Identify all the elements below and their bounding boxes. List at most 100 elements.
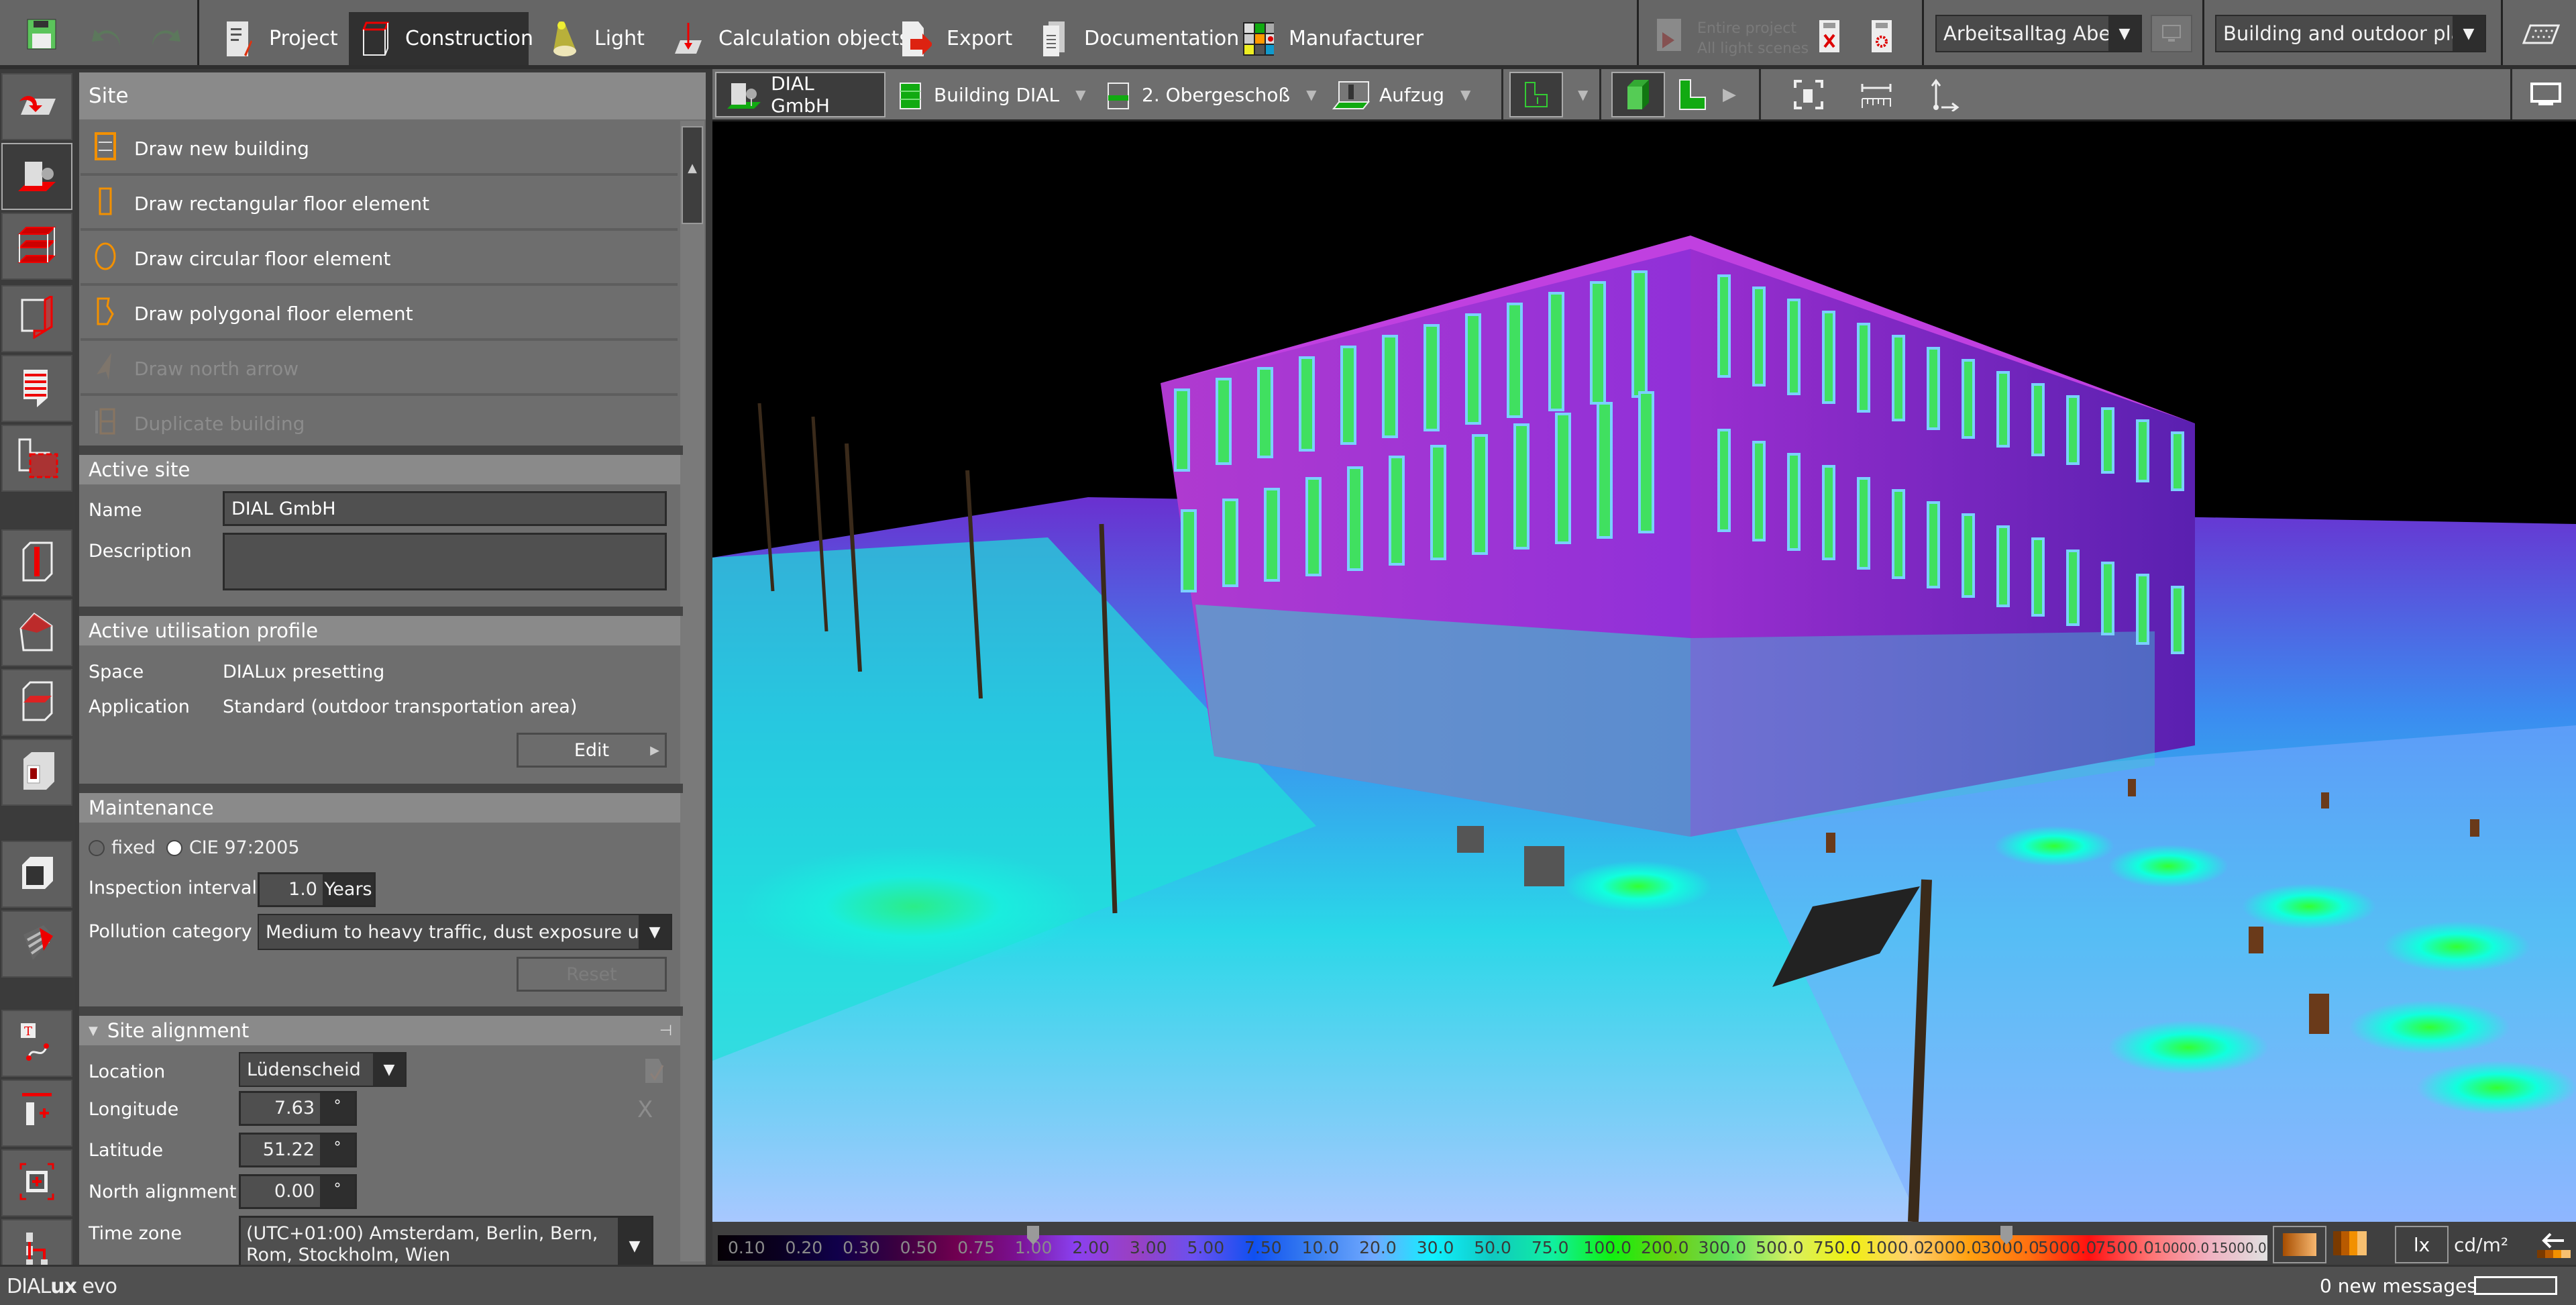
- tab-project[interactable]: Project: [211, 12, 350, 65]
- site-alignment-header[interactable]: ▼ Site alignment ⊣: [79, 1016, 680, 1045]
- rail-button-floor-element[interactable]: [1, 425, 72, 492]
- footprint-view-button[interactable]: ▶: [1672, 72, 1743, 117]
- light-scene-value: Arbeitsalltag Abend: [1943, 22, 2108, 45]
- rail-button-column[interactable]: [1, 529, 72, 596]
- window: [2101, 562, 2114, 635]
- roof-icon: [17, 610, 57, 656]
- fullscreen-view-button[interactable]: [2524, 72, 2568, 117]
- rail-button-text-path[interactable]: T: [1, 1010, 72, 1077]
- chevron-down-icon: ▼: [373, 1053, 405, 1086]
- redo-button[interactable]: [151, 27, 182, 50]
- light-scene-view-button[interactable]: [2151, 15, 2192, 52]
- messages-count[interactable]: 0 new messages: [2320, 1275, 2477, 1297]
- calculation-scope: Entire project All light scenes: [1697, 19, 1809, 59]
- description-label: Description: [89, 541, 192, 562]
- grid-plane-button[interactable]: [2522, 24, 2561, 47]
- rail-button-ceiling[interactable]: [1, 669, 72, 736]
- scale-tick-label: 50.0: [1474, 1238, 1511, 1257]
- unit-luminance-button[interactable]: cd/m²: [2454, 1234, 2508, 1256]
- tab-export[interactable]: Export: [889, 12, 1024, 65]
- action-item[interactable]: Draw rectangular floor element: [80, 178, 678, 231]
- north-alignment-input[interactable]: 0.00 °: [239, 1174, 357, 1209]
- scale-gradient[interactable]: 0.10 0.20 0.30 0.50 0.75 1.00 2.00 3.00 5.00 7.50…: [718, 1235, 2267, 1261]
- breadcrumb-building[interactable]: Building DIAL ▼: [891, 72, 1092, 117]
- draw-building-icon: [94, 132, 117, 166]
- stepped-scale-button[interactable]: [2333, 1231, 2367, 1258]
- application-value: Standard (outdoor transportation area): [223, 696, 578, 717]
- pin-icon[interactable]: ⊣: [659, 1023, 672, 1039]
- measure-button[interactable]: [1853, 72, 1900, 117]
- 3d-view-button[interactable]: [1611, 72, 1665, 117]
- breadcrumb-site[interactable]: DIAL GmbH: [715, 72, 885, 117]
- rail-button-room[interactable]: [1, 739, 72, 806]
- undo-button[interactable]: [91, 27, 121, 50]
- application-label: Application: [89, 696, 190, 717]
- room-label: Aufzug: [1379, 83, 1444, 106]
- floor-plan-view-button[interactable]: [1509, 72, 1563, 117]
- latitude-input[interactable]: 51.22 °: [239, 1133, 357, 1167]
- scale-tick-label: 200.0: [1640, 1238, 1689, 1257]
- rail-button-extrusion[interactable]: [1, 841, 72, 908]
- radio-fixed[interactable]: [89, 839, 105, 856]
- window: [1597, 402, 1613, 539]
- radio-cie[interactable]: [166, 839, 182, 856]
- export-icon: [901, 20, 932, 58]
- action-label: Draw north arrow: [134, 357, 299, 380]
- zoom-extents-button[interactable]: [1786, 72, 1831, 117]
- scrollbar-thumb[interactable]: ▲: [682, 126, 703, 224]
- view-preset-dropdown[interactable]: Building and outdoor pla... ▼: [2215, 15, 2486, 52]
- cancel-calculation-button[interactable]: [1819, 20, 1839, 55]
- rail-button-facade[interactable]: [1, 355, 72, 422]
- rail-button-building-storeys[interactable]: [1, 213, 72, 280]
- edit-profile-button[interactable]: Edit ▶: [517, 733, 667, 768]
- light-scene-dropdown[interactable]: Arbeitsalltag Abend ▼: [1935, 15, 2142, 52]
- pollution-category-dropdown[interactable]: Medium to heavy traffic, dust exposure u…: [258, 914, 672, 950]
- save-button[interactable]: [27, 19, 56, 52]
- view-mode-dropdown[interactable]: ▼: [1564, 72, 1595, 117]
- scrollbar-track[interactable]: [680, 121, 704, 1261]
- rail-button-place-object[interactable]: [1, 1149, 72, 1216]
- continuous-scale-button[interactable]: [2273, 1226, 2326, 1263]
- site-name-input[interactable]: DIAL GmbH: [223, 491, 667, 526]
- window: [1430, 445, 1446, 560]
- rail-button-wall[interactable]: [1, 285, 72, 352]
- breadcrumb-storey[interactable]: 2. Obergeschoß ▼: [1099, 72, 1324, 117]
- inspection-value: 1.0: [288, 879, 317, 900]
- collapse-scale-button[interactable]: [2537, 1227, 2572, 1263]
- site-description-input[interactable]: [223, 533, 667, 590]
- action-item[interactable]: Draw new building: [80, 123, 678, 176]
- calculation-settings-button[interactable]: [1872, 20, 1892, 55]
- tab-label: Manufacturer: [1289, 27, 1424, 50]
- coordinate-axes-button[interactable]: [1920, 72, 1967, 117]
- apply-location-button[interactable]: [644, 1057, 664, 1087]
- reset-button[interactable]: Reset: [517, 957, 667, 992]
- 3d-viewport[interactable]: [712, 121, 2576, 1222]
- logo-suffix: evo: [76, 1275, 117, 1298]
- start-calculation-button[interactable]: [1657, 19, 1681, 54]
- tab-light[interactable]: Light: [537, 12, 657, 65]
- viewport-toolbar: DIAL GmbH Building DIAL ▼ 2. Obergeschoß…: [712, 69, 2576, 121]
- polygon-icon: [94, 297, 117, 331]
- grid-plane-icon: [2522, 24, 2561, 44]
- longitude-input[interactable]: 7.63 °: [239, 1091, 357, 1126]
- action-item[interactable]: Draw polygonal floor element: [80, 289, 678, 341]
- degree-unit: °: [320, 1093, 355, 1124]
- rail-button-window-door[interactable]: [1, 1080, 72, 1147]
- rail-button-cutout[interactable]: [1, 910, 72, 978]
- unit-lux-button[interactable]: lx: [2395, 1226, 2449, 1263]
- duplicate-icon: [94, 407, 117, 441]
- breadcrumb-room[interactable]: Aufzug ▼: [1326, 72, 1477, 117]
- action-item[interactable]: Draw circular floor element: [80, 233, 678, 286]
- location-dropdown[interactable]: Lüdenscheid ▼: [239, 1052, 407, 1087]
- rail-button-roof[interactable]: [1, 599, 72, 666]
- tab-construction[interactable]: Construction: [349, 12, 533, 65]
- tab-calculation-objects[interactable]: Calculation objects: [661, 12, 922, 65]
- clear-location-button[interactable]: X: [637, 1096, 653, 1123]
- window: [2136, 419, 2149, 482]
- time-zone-dropdown[interactable]: (UTC+01:00) Amsterdam, Berlin, Bern, Rom…: [239, 1216, 653, 1267]
- inspection-interval-input[interactable]: 1.0 Years: [258, 872, 376, 907]
- rail-button-site[interactable]: [1, 143, 72, 210]
- tab-documentation[interactable]: Documentation: [1026, 12, 1251, 65]
- tab-manufacturer[interactable]: Manufacturer: [1231, 12, 1436, 65]
- rail-button-import[interactable]: [1, 73, 72, 140]
